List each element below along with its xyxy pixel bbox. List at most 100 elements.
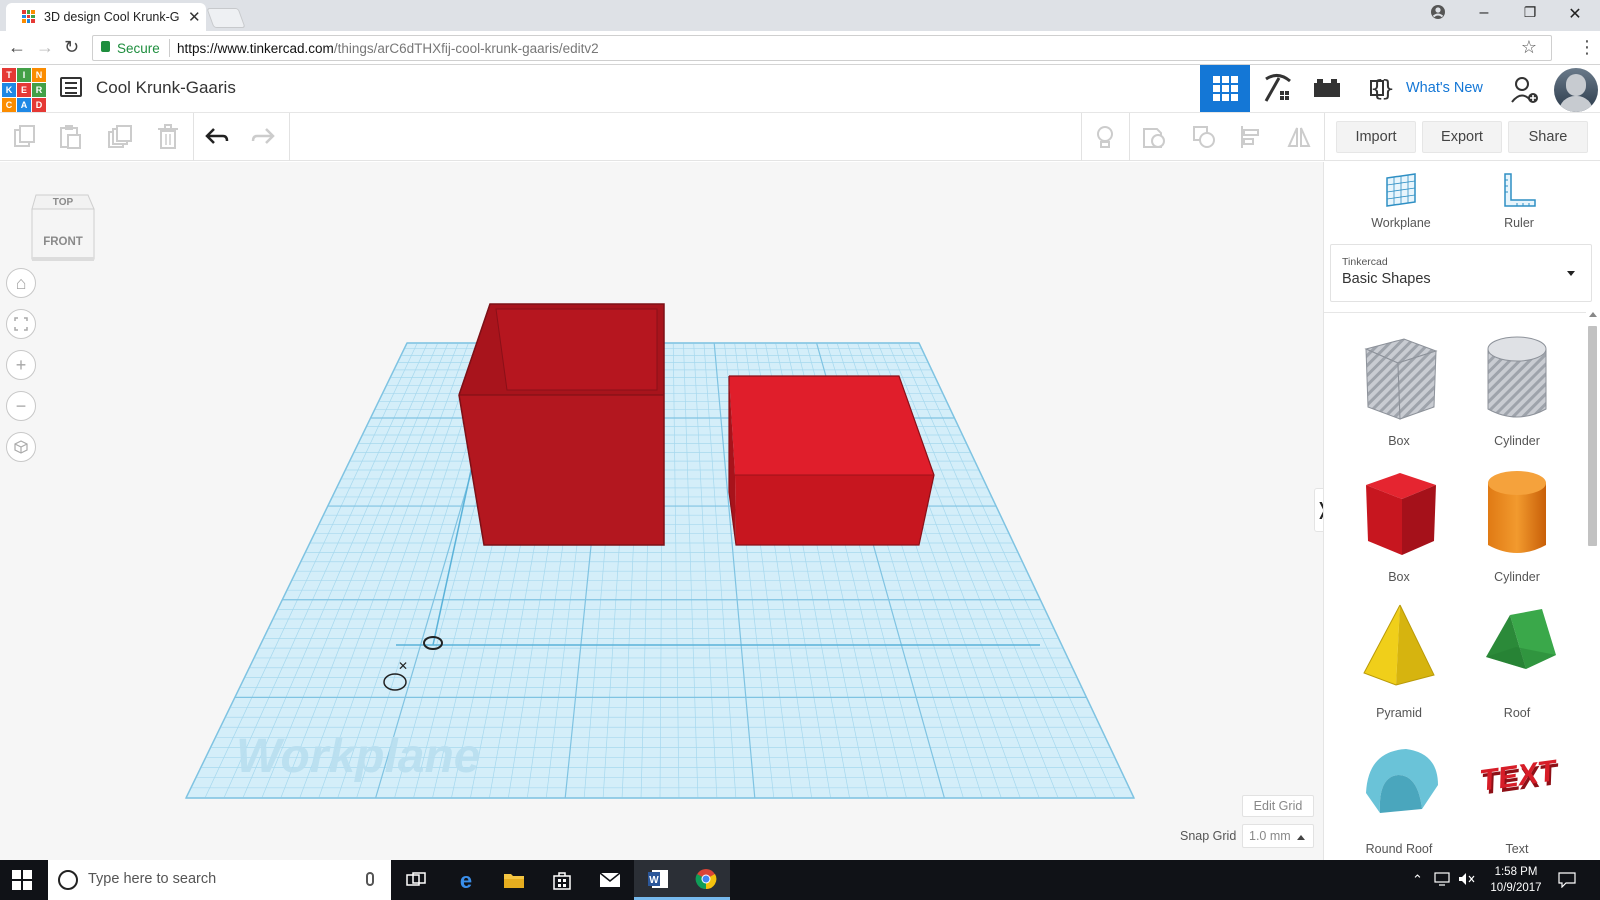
design-title[interactable]: Cool Krunk-Gaaris [96,78,236,98]
code-blocks-icon[interactable]: {} [1352,65,1402,112]
window-close-icon[interactable]: ✕ [1560,4,1590,24]
notifications-icon[interactable] [1558,872,1576,891]
app-header: T I N K E R C A D Cool Krunk-Gaaris {} W… [0,65,1600,113]
shape-library-select[interactable]: Tinkercad Basic Shapes [1330,244,1592,302]
tinkercad-logo[interactable]: T I N K E R C A D [2,68,46,112]
view-cube[interactable]: TOP FRONT [30,187,96,263]
shape-grid: Box Cylinder Box Cylinder Pyramid Roof R… [1324,312,1586,860]
windows-start-icon[interactable] [12,870,32,890]
system-clock[interactable]: 1:58 PM 10/9/2017 [1486,864,1546,896]
restore-icon[interactable]: ❐ [1515,4,1545,21]
url-input[interactable]: Secure https://www.tinkercad.com/things/… [92,35,1552,61]
add-user-icon[interactable] [1510,75,1540,105]
omnibox-divider [169,39,170,57]
cylinder-hole-icon [1487,336,1547,418]
profile-icon[interactable] [1423,4,1453,25]
edit-grid-button[interactable]: Edit Grid [1242,795,1314,817]
export-button[interactable]: Export [1422,121,1502,153]
duplicate-icon[interactable] [107,124,133,150]
pyramid-icon [1363,604,1435,686]
shapes-panel: Workplane Ruler Tinkercad Basic Shapes B… [1323,162,1600,860]
lightbulb-icon[interactable] [1092,124,1118,150]
shape-pyramid[interactable]: Pyramid [1344,599,1454,729]
workplane-watermark: Workplane [236,730,481,783]
volume-muted-icon[interactable] [1458,872,1476,889]
avatar[interactable] [1554,68,1598,112]
cortana-icon [58,870,78,890]
browser-tab-bar: 3D design Cool Krunk-Gaaris ✕ – ❐ ✕ [0,0,1600,31]
group-icon[interactable] [1141,124,1167,150]
browser-menu-icon[interactable]: ⋮ [1578,37,1596,58]
shape-text[interactable]: TEXT TEXT Text [1462,735,1572,865]
show-hidden-icons-icon[interactable]: ⌃ [1412,872,1423,888]
ruler-close-icon[interactable]: ✕ [398,659,408,673]
url-text: https://www.tinkercad.com/things/arC6dTH… [177,41,599,56]
minimize-icon[interactable]: – [1469,4,1499,22]
word-icon[interactable]: W [634,860,682,900]
shape-box[interactable]: Box [1344,463,1454,593]
reload-icon[interactable]: ↻ [64,37,79,58]
shape-roof[interactable]: Roof [1462,599,1572,729]
forward-icon[interactable]: → [36,37,54,58]
viewcube-top-label: TOP [53,197,74,208]
ungroup-icon[interactable] [1191,124,1217,150]
windows-taskbar: Type here to search e W ⌃ 1:58 PM 10/9/2… [0,860,1600,900]
tab-close-icon[interactable]: ✕ [188,8,201,26]
scroll-up-icon[interactable] [1589,312,1597,317]
shape-cylinder[interactable]: Cylinder [1462,463,1572,593]
fit-view-icon[interactable] [6,309,36,339]
bricks-icon[interactable] [1302,65,1352,112]
workplane-icon [1386,173,1416,207]
perspective-icon[interactable] [6,432,36,462]
shape-box-hole[interactable]: Box [1344,327,1454,457]
design-list-icon[interactable] [60,77,82,97]
zoom-out-icon[interactable]: − [6,391,36,421]
shape-cylinder-hole[interactable]: Cylinder [1462,327,1572,457]
toolbar-divider [1129,113,1130,161]
workplane-grid[interactable]: Workplane ✕ [0,162,1323,860]
store-icon[interactable] [538,860,586,900]
panel-scrollbar[interactable] [1588,326,1597,546]
svg-text:W: W [649,875,659,886]
edge-icon[interactable]: e [442,860,490,900]
back-icon[interactable]: ← [8,37,26,58]
paste-icon[interactable] [57,124,83,150]
file-explorer-icon[interactable] [490,860,538,900]
snap-grid-select[interactable]: 1.0 mm [1242,824,1314,848]
undo-icon[interactable] [203,124,229,150]
chrome-icon[interactable] [682,860,730,900]
secure-label: Secure [117,41,160,56]
box-shape-left[interactable] [458,303,665,546]
mail-icon[interactable] [586,860,634,900]
blocks-pickaxe-icon[interactable] [1252,65,1302,112]
home-view-icon[interactable]: ⌂ [6,268,36,298]
3d-view-button[interactable] [1200,65,1250,112]
copy-icon[interactable] [12,124,38,150]
ruler-tool[interactable]: Ruler [1474,172,1564,230]
taskbar-search-input[interactable]: Type here to search [48,860,391,900]
align-icon[interactable] [1238,124,1264,150]
mirror-icon[interactable] [1286,124,1312,150]
bookmark-star-icon[interactable]: ☆ [1521,37,1537,58]
microphone-icon[interactable] [366,872,374,886]
new-tab-button[interactable] [206,8,246,28]
address-bar: ← → ↻ Secure https://www.tinkercad.com/t… [0,31,1600,65]
import-button[interactable]: Import [1336,121,1416,153]
roof-icon [1486,609,1556,669]
delete-icon[interactable] [155,124,181,150]
edit-toolbar: Import Export Share [0,113,1600,161]
zoom-in-icon[interactable]: + [6,350,36,380]
browser-tab[interactable]: 3D design Cool Krunk-Gaaris ✕ [6,3,206,31]
redo-icon[interactable] [251,124,277,150]
library-vendor: Tinkercad [1342,256,1388,268]
task-view-icon[interactable] [392,860,440,900]
workplane-tool[interactable]: Workplane [1356,172,1446,230]
share-button[interactable]: Share [1508,121,1588,153]
design-canvas[interactable]: Workplane ✕ TOP FRONT ⌂ + − Edit Grid Sn… [0,162,1323,860]
box-shape-right[interactable] [728,375,935,546]
cylinder-icon [1488,471,1546,553]
network-icon[interactable] [1434,872,1452,889]
shape-round-roof[interactable]: Round Roof [1344,735,1454,865]
viewcube-front-label: FRONT [43,236,83,248]
whats-new-link[interactable]: What's New [1406,80,1483,96]
